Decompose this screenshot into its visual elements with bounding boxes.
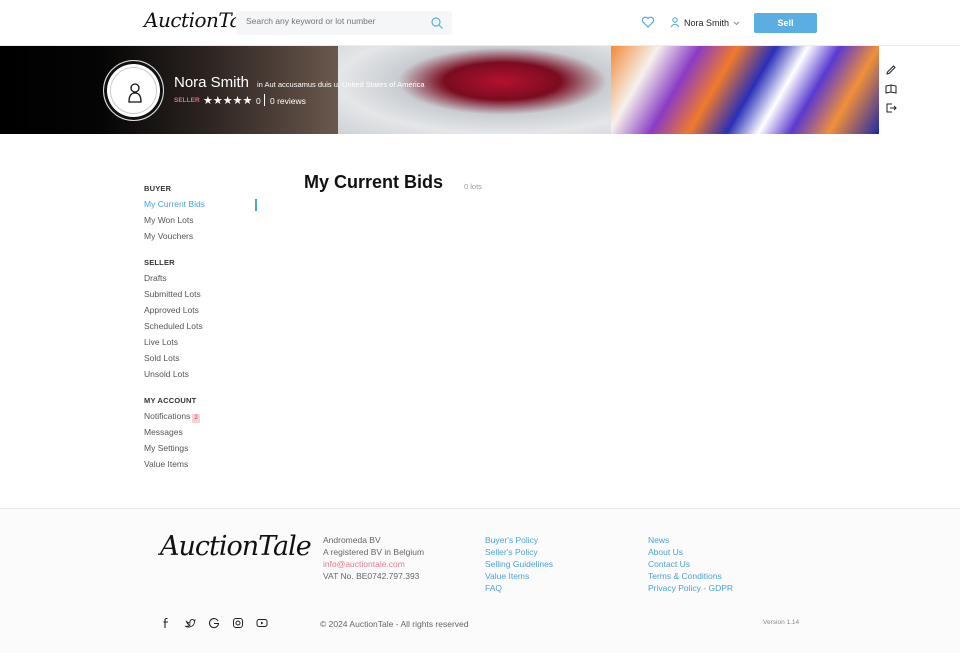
rating-value: 0 — [256, 96, 261, 106]
footer-link-sellers-policy[interactable]: Seller's Policy — [485, 546, 553, 558]
rating-stars: ★★★★★ — [203, 95, 253, 107]
footer-logo[interactable]: AuctionTale — [160, 531, 312, 562]
sidebar-item-sold-lots[interactable]: Sold Lots — [144, 354, 259, 370]
user-name: Nora Smith — [684, 18, 730, 28]
facebook-icon[interactable] — [160, 617, 172, 629]
reviews-link[interactable]: 0 reviews — [270, 96, 306, 106]
search-bar[interactable] — [236, 11, 452, 35]
footer-company-info: Andromeda BV A registered BV in Belgium … — [323, 534, 424, 582]
footer-links-info: News About Us Contact Us Terms & Conditi… — [648, 534, 733, 594]
sidebar-item-my-settings[interactable]: My Settings — [144, 444, 259, 460]
twitter-icon[interactable] — [184, 617, 196, 629]
banner-image-books — [0, 46, 340, 134]
company-email-link[interactable]: info@auctiontale.com — [323, 558, 424, 570]
youtube-icon[interactable] — [256, 617, 268, 629]
google-icon[interactable] — [208, 617, 220, 629]
banner-image-marble — [611, 46, 879, 134]
sidebar-item-submitted-lots[interactable]: Submitted Lots — [144, 290, 259, 306]
sidebar-item-notifications[interactable]: Notifications 2 — [144, 412, 259, 428]
user-menu[interactable]: Nora Smith — [670, 15, 740, 31]
sidebar-item-value-items[interactable]: Value Items — [144, 460, 259, 476]
section-title-my-account: MY ACCOUNT — [144, 396, 197, 405]
sidebar-item-my-vouchers[interactable]: My Vouchers — [144, 232, 259, 248]
profile-location: in Aut accusamus duis u, United States o… — [257, 80, 425, 89]
sell-button[interactable]: Sell — [754, 13, 817, 33]
favorites-heart-icon[interactable] — [641, 15, 655, 29]
seller-tag: SELLER — [174, 97, 200, 104]
banner-image-wine — [338, 46, 612, 134]
sidebar-item-my-won-lots[interactable]: My Won Lots — [144, 216, 259, 232]
footer-links-policies: Buyer's Policy Seller's Policy Selling G… — [485, 534, 553, 594]
sidebar-item-drafts[interactable]: Drafts — [144, 274, 259, 290]
page-title: My Current Bids — [304, 172, 444, 192]
social-links — [160, 617, 268, 629]
logout-icon[interactable] — [885, 102, 897, 114]
profile-avatar[interactable] — [103, 60, 164, 121]
footer-link-terms[interactable]: Terms & Conditions — [648, 570, 733, 582]
company-vat: VAT No. BE0742.797.393 — [323, 571, 420, 581]
sidebar-item-approved-lots[interactable]: Approved Lots — [144, 306, 259, 322]
book-icon[interactable] — [885, 83, 897, 95]
site-footer: AuctionTale Andromeda BV A registered BV… — [0, 508, 960, 653]
edit-pencil-icon[interactable] — [885, 64, 897, 76]
profile-name: Nora Smith — [174, 74, 250, 91]
search-input[interactable] — [246, 16, 426, 26]
sidebar-item-live-lots[interactable]: Live Lots — [144, 338, 259, 354]
top-header: AuctionTale Nora Smith Sell — [0, 0, 960, 46]
instagram-icon[interactable] — [232, 617, 244, 629]
profile-actions — [885, 64, 897, 114]
footer-link-about-us[interactable]: About Us — [648, 546, 733, 558]
user-icon — [670, 16, 680, 30]
rating-divider — [264, 94, 265, 106]
sidebar-item-messages[interactable]: Messages — [144, 428, 259, 444]
company-name: Andromeda BV — [323, 535, 381, 545]
footer-link-privacy[interactable]: Privacy Policy - GDPR — [648, 582, 733, 594]
footer-link-value-items[interactable]: Value Items — [485, 570, 553, 582]
copyright: © 2024 AuctionTale - All rights reserved — [320, 619, 469, 629]
footer-link-selling-guidelines[interactable]: Selling Guidelines — [485, 558, 553, 570]
footer-link-contact-us[interactable]: Contact Us — [648, 558, 733, 570]
sidebar-item-label: Notifications — [144, 411, 191, 421]
search-icon[interactable] — [430, 16, 444, 30]
sidebar-item-my-current-bids[interactable]: My Current Bids — [144, 199, 259, 216]
footer-link-news[interactable]: News — [648, 534, 733, 546]
section-title-seller: SELLER — [144, 258, 175, 267]
footer-link-faq[interactable]: FAQ — [485, 582, 553, 594]
lot-count: 0 lots — [464, 182, 482, 191]
version-label: Version 1.14 — [763, 619, 800, 626]
footer-link-buyers-policy[interactable]: Buyer's Policy — [485, 534, 553, 546]
company-registration: A registered BV in Belgium — [323, 547, 425, 557]
sidebar-item-unsold-lots[interactable]: Unsold Lots — [144, 370, 259, 386]
sidebar-item-scheduled-lots[interactable]: Scheduled Lots — [144, 322, 259, 338]
account-sidebar: BUYER My Current Bids My Won Lots My Vou… — [144, 184, 259, 476]
avatar-person-icon — [128, 83, 142, 103]
chevron-down-icon — [733, 18, 740, 28]
notifications-badge: 2 — [192, 414, 200, 423]
section-title-buyer: BUYER — [144, 184, 172, 193]
